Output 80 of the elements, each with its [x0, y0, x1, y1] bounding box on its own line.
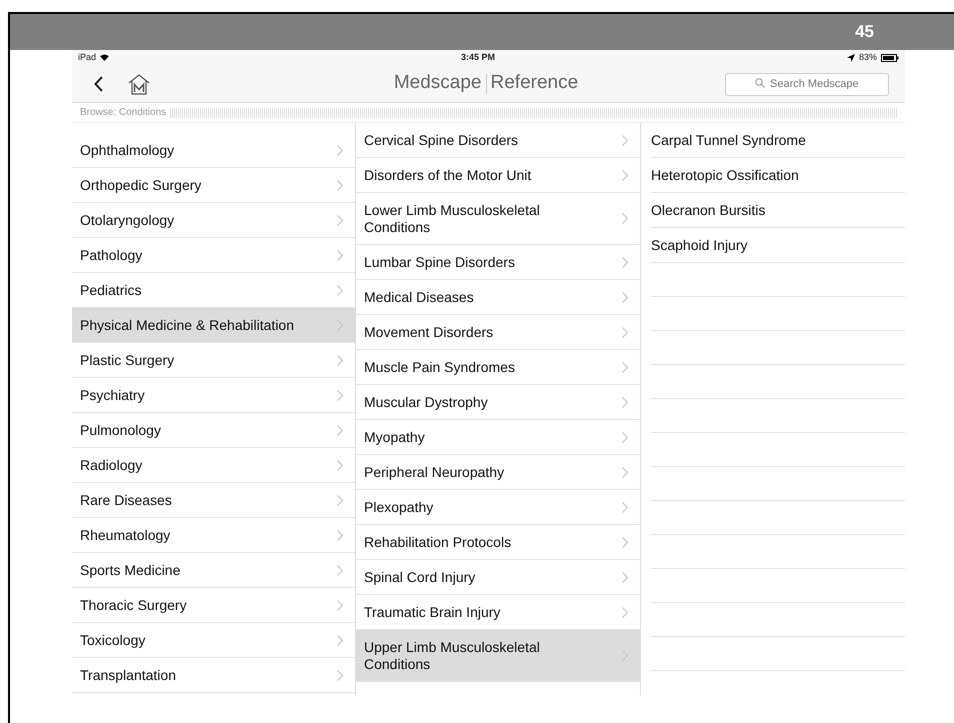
list-item[interactable]: Scaphoid Injury: [651, 228, 905, 262]
list-item[interactable]: Movement Disorders: [356, 315, 640, 349]
chevron-right-icon: [337, 320, 343, 330]
chevron-right-icon: [337, 634, 343, 646]
list-item[interactable]: Rare Diseases: [72, 483, 355, 517]
chevron-right-icon: [337, 494, 343, 506]
app-subtitle: Reference: [490, 71, 578, 96]
search-icon: [755, 78, 765, 88]
list-item[interactable]: Psychiatry: [72, 378, 355, 412]
list-item[interactable]: Transplantation: [72, 658, 355, 692]
status-time: 3:45 PM: [460, 50, 495, 64]
chevron-right-icon: [622, 432, 628, 442]
list-item[interactable]: Pulmonology: [72, 413, 355, 447]
list-item[interactable]: Olecranon Bursitis: [651, 193, 905, 227]
chevron-right-icon: [337, 600, 343, 610]
chevron-right-icon: [622, 396, 628, 408]
list-item[interactable]: Ophthalmology: [72, 133, 355, 167]
chevron-right-icon: [337, 214, 343, 226]
chevron-right-icon: [622, 326, 628, 338]
list-item[interactable]: Thoracic Surgery: [72, 588, 355, 622]
list-item[interactable]: Rehabilitation Protocols: [356, 525, 640, 559]
app-title: Medscape: [394, 71, 482, 96]
chevron-right-icon: [622, 213, 628, 224]
battery-percent: 83%: [858, 50, 877, 64]
list-item[interactable]: Sports Medicine: [72, 553, 355, 587]
list-item[interactable]: Orthopedic Surgery: [72, 168, 355, 202]
back-icon[interactable]: [94, 76, 103, 92]
list-item[interactable]: Myopathy: [356, 420, 640, 454]
chevron-right-icon: [622, 572, 628, 582]
wifi-icon: [100, 54, 110, 61]
chevron-right-icon: [337, 250, 343, 260]
list-item[interactable]: Disorders of the Motor Unit: [356, 158, 640, 192]
chevron-right-icon: [337, 284, 343, 296]
chevron-right-icon: [622, 466, 628, 478]
list-item[interactable]: Upper Limb Musculoskeletal Conditions: [356, 630, 640, 681]
battery-icon: [880, 54, 899, 62]
list-item[interactable]: Spinal Cord Injury: [356, 560, 640, 594]
chevron-right-icon: [622, 650, 628, 661]
list-item[interactable]: Toxicology: [72, 623, 355, 657]
chevron-right-icon: [622, 292, 628, 302]
list-item[interactable]: Rheumatology: [72, 518, 355, 552]
list-item[interactable]: Lower Limb Musculoskeletal Conditions: [356, 193, 640, 244]
list-item[interactable]: Medical Diseases: [356, 280, 640, 314]
slide-number: 45: [855, 21, 874, 44]
list-item[interactable]: Radiology: [72, 448, 355, 482]
list-item[interactable]: Heterotopic Ossification: [651, 158, 905, 192]
breadcrumb: Browse: Conditions: [80, 106, 166, 120]
list-item[interactable]: Traumatic Brain Injury: [356, 595, 640, 629]
chevron-right-icon: [337, 390, 343, 400]
list-item[interactable]: Muscle Pain Syndromes: [356, 350, 640, 384]
chevron-right-icon: [622, 256, 628, 268]
list-item[interactable]: Peripheral Neuropathy: [356, 455, 640, 489]
search-field[interactable]: Search Medscape: [725, 72, 889, 96]
chevron-right-icon: [337, 460, 343, 470]
list-item[interactable]: Pathology: [72, 238, 355, 272]
chevron-right-icon: [622, 134, 628, 146]
list-item[interactable]: Otolaryngology: [72, 203, 355, 237]
list-item[interactable]: Physical Medicine & Rehabilitation: [72, 308, 355, 342]
list-item[interactable]: Muscular Dystrophy: [356, 385, 640, 419]
location-arrow-icon: [846, 54, 855, 62]
chevron-right-icon: [622, 170, 628, 180]
chevron-right-icon: [337, 530, 343, 540]
home-icon[interactable]: [127, 72, 151, 94]
chevron-right-icon: [337, 564, 343, 576]
list-item[interactable]: Pediatrics: [72, 273, 355, 307]
device-name: iPad: [78, 50, 96, 64]
list-item[interactable]: Lumbar Spine Disorders: [356, 245, 640, 279]
chevron-right-icon: [622, 502, 628, 512]
chevron-right-icon: [622, 606, 628, 618]
chevron-right-icon: [337, 670, 343, 680]
chevron-right-icon: [337, 424, 343, 436]
chevron-right-icon: [337, 144, 343, 156]
chevron-right-icon: [622, 362, 628, 372]
chevron-right-icon: [622, 536, 628, 548]
chevron-right-icon: [337, 354, 343, 366]
list-item[interactable]: Cervical Spine Disorders: [356, 123, 640, 157]
list-item[interactable]: Plastic Surgery: [72, 343, 355, 377]
list-item[interactable]: Carpal Tunnel Syndrome: [651, 123, 905, 157]
list-item[interactable]: Plexopathy: [356, 490, 640, 524]
chevron-right-icon: [337, 180, 343, 190]
